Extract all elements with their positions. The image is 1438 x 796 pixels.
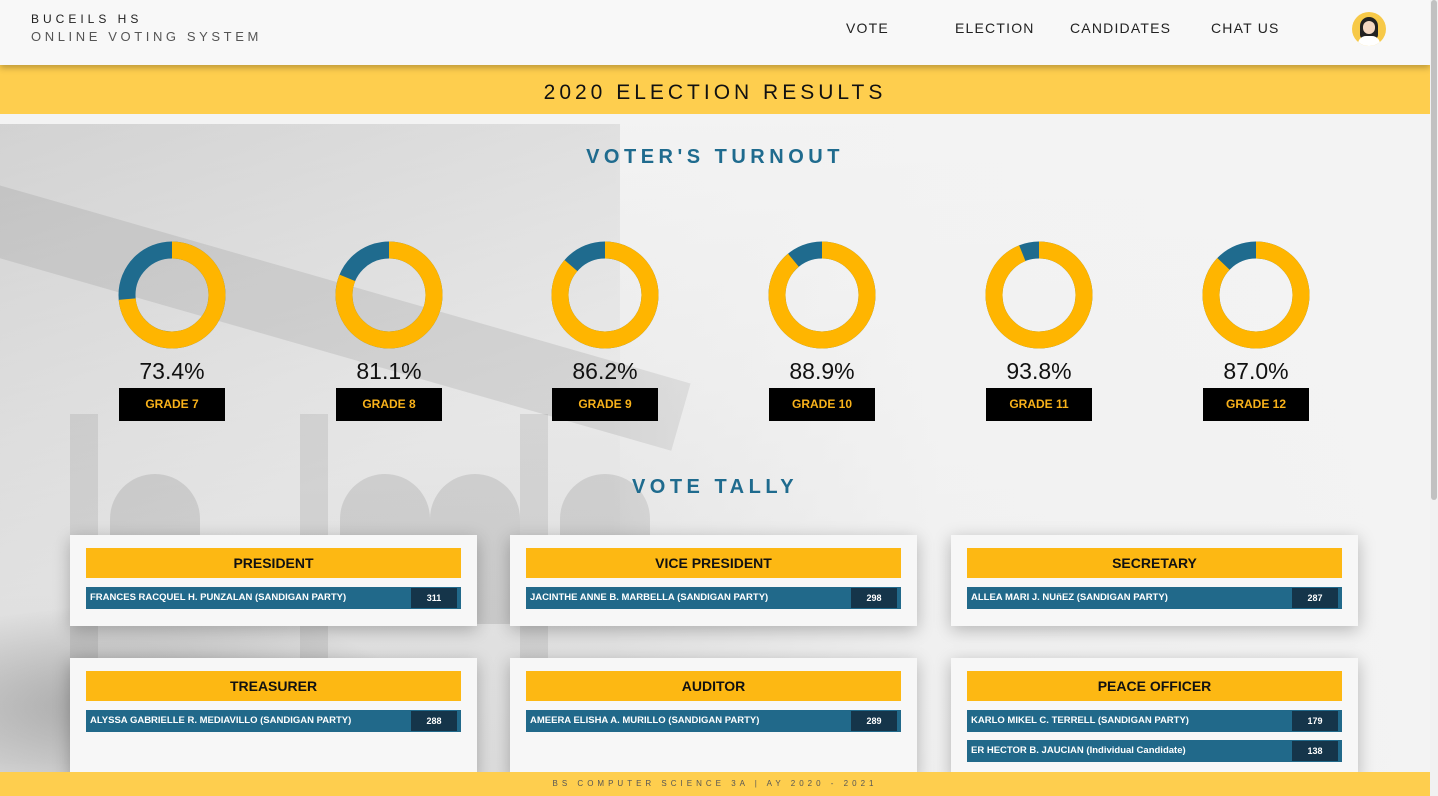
candidate-row: FRANCES RACQUEL H. PUNZALAN (SANDIGAN PA…: [86, 587, 461, 609]
position-title: AUDITOR: [526, 671, 901, 701]
candidate-name: ER HECTOR B. JAUCIAN (Individual Candida…: [971, 745, 1186, 756]
brand-name: BUCEILS HS: [31, 12, 143, 26]
vote-count-badge: 298: [851, 588, 897, 608]
position-title: SECRETARY: [967, 548, 1342, 578]
turnout-title: VOTER'S TURNOUT: [586, 146, 844, 168]
results-title: 2020 ELECTION RESULTS: [0, 65, 1430, 114]
user-avatar-icon[interactable]: [1352, 12, 1386, 46]
scrollbar-thumb[interactable]: [1431, 0, 1437, 500]
tally-card: PRESIDENT FRANCES RACQUEL H. PUNZALAN (SA…: [70, 535, 477, 626]
vote-count-badge: 289: [851, 711, 897, 731]
donut-turnout-segment: [768, 241, 876, 349]
candidate-row: AMEERA ELISHA A. MURILLO (SANDIGAN PARTY…: [526, 710, 901, 732]
position-title: PEACE OFFICER: [967, 671, 1342, 701]
turnout-donut-grade-11: [985, 241, 1093, 349]
grade-label: GRADE 8: [336, 388, 442, 421]
brand-subtitle: ONLINE VOTING SYSTEM: [31, 29, 262, 44]
candidate-row: KARLO MIKEL C. TERRELL (SANDIGAN PARTY) 1…: [967, 710, 1342, 732]
grade-label: GRADE 10: [769, 388, 875, 421]
nav-vote[interactable]: VOTE: [846, 20, 889, 36]
tally-card: TREASURER ALYSSA GABRIELLE R. MEDIAVILLO …: [70, 658, 477, 778]
turnout-donut-grade-7: [118, 241, 226, 349]
candidate-name: KARLO MIKEL C. TERRELL (SANDIGAN PARTY): [971, 715, 1189, 726]
tally-card: AUDITOR AMEERA ELISHA A. MURILLO (SANDIGA…: [510, 658, 917, 778]
candidate-name: FRANCES RACQUEL H. PUNZALAN (SANDIGAN PA…: [90, 592, 347, 603]
candidate-name: JACINTHE ANNE B. MARBELLA (SANDIGAN PART…: [530, 592, 769, 603]
candidate-row: ER HECTOR B. JAUCIAN (Individual Candida…: [967, 740, 1342, 762]
tally-card: SECRETARY ALLEA MARI J. NUñEZ (SANDIGAN P…: [951, 535, 1358, 626]
page-scrollbar[interactable]: [1430, 0, 1438, 796]
candidate-name: ALYSSA GABRIELLE R. MEDIAVILLO (SANDIGAN…: [90, 715, 352, 726]
turnout-donut-grade-9: [551, 241, 659, 349]
vote-count-badge: 288: [411, 711, 457, 731]
tally-card: VICE PRESIDENT JACINTHE ANNE B. MARBELLA …: [510, 535, 917, 626]
grade-label: GRADE 12: [1203, 388, 1309, 421]
turnout-percent: 87.0%: [1223, 358, 1289, 384]
nav-candidates[interactable]: CANDIDATES: [1070, 20, 1171, 36]
vote-count-badge: 311: [411, 588, 457, 608]
candidate-row: JACINTHE ANNE B. MARBELLA (SANDIGAN PART…: [526, 587, 901, 609]
footer-text: BS COMPUTER SCIENCE 3A | AY 2020 - 2021: [0, 772, 1430, 796]
candidate-row: ALLEA MARI J. NUñEZ (SANDIGAN PARTY) 287: [967, 587, 1342, 609]
turnout-percent: 81.1%: [356, 358, 422, 384]
position-title: PRESIDENT: [86, 548, 461, 578]
turnout-donut-grade-12: [1202, 241, 1310, 349]
donut-turnout-segment: [985, 241, 1093, 349]
nav-chat-us[interactable]: CHAT US: [1211, 20, 1280, 36]
vote-count-badge: 138: [1292, 741, 1338, 761]
tally-title: VOTE TALLY: [631, 476, 799, 498]
vote-count-badge: 179: [1292, 711, 1338, 731]
vote-count-badge: 287: [1292, 588, 1338, 608]
top-navbar: BUCEILS HS ONLINE VOTING SYSTEM VOTE ELE…: [0, 0, 1430, 65]
nav-election[interactable]: ELECTION: [955, 20, 1035, 36]
turnout-percent: 93.8%: [1006, 358, 1072, 384]
position-title: VICE PRESIDENT: [526, 548, 901, 578]
turnout-donut-grade-8: [335, 241, 443, 349]
turnout-percent: 88.9%: [789, 358, 855, 384]
position-title: TREASURER: [86, 671, 461, 701]
candidate-name: AMEERA ELISHA A. MURILLO (SANDIGAN PARTY…: [530, 715, 760, 726]
turnout-donut-grade-10: [768, 241, 876, 349]
grade-label: GRADE 7: [119, 388, 225, 421]
candidate-name: ALLEA MARI J. NUñEZ (SANDIGAN PARTY): [971, 592, 1168, 603]
brand-logo[interactable]: BUCEILS HS ONLINE VOTING SYSTEM: [31, 12, 262, 44]
grade-label: GRADE 11: [986, 388, 1092, 421]
turnout-percent: 86.2%: [572, 358, 638, 384]
turnout-percent: 73.4%: [139, 358, 205, 384]
candidate-row: ALYSSA GABRIELLE R. MEDIAVILLO (SANDIGAN…: [86, 710, 461, 732]
tally-card: PEACE OFFICER KARLO MIKEL C. TERRELL (SAN…: [951, 658, 1358, 778]
grade-label: GRADE 9: [552, 388, 658, 421]
